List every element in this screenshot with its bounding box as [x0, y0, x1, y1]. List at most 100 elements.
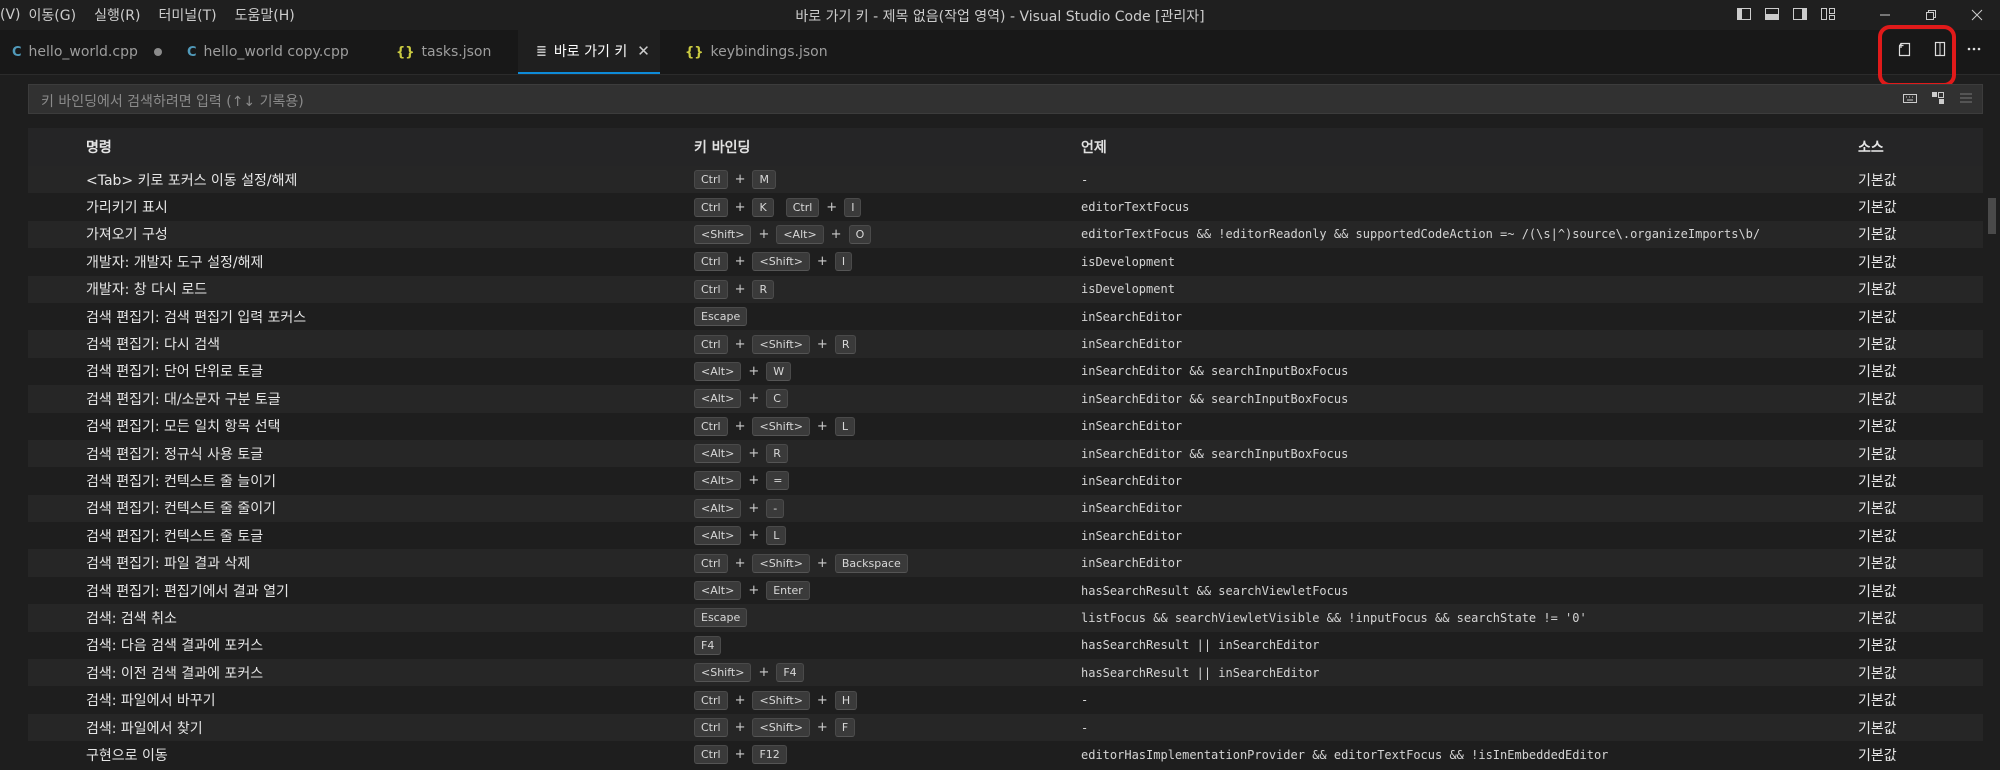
- table-row[interactable]: 검색: 파일에서 찾기 Ctrl + <Shift> + F - 기본값: [28, 713, 1983, 742]
- key-plus-separator: +: [748, 363, 760, 379]
- table-row[interactable]: 검색 편집기: 대/소문자 구분 토글 <Alt> + CinSearchEditor…: [28, 385, 1983, 413]
- keybinding-cell: <Alt> + Enter: [678, 581, 1068, 601]
- menu-item-go[interactable]: 이동(G): [29, 5, 77, 25]
- toggle-panel-icon[interactable]: [1764, 6, 1780, 22]
- key-cap: Backspace: [834, 553, 908, 573]
- table-row[interactable]: 검색 편집기: 컨텍스트 줄 늘이기 <Alt> + = inSearchEditor 기…: [28, 467, 1983, 494]
- key-plus-separator: +: [734, 692, 746, 708]
- tab-label: hello_world.cpp: [28, 44, 138, 60]
- command-cell: 검색 편집기: 다시 검색: [86, 337, 220, 354]
- minimize-icon: [1880, 14, 1890, 16]
- table-row[interactable]: 가져오기 구성 <Shift> + <Alt> + OeditorTextFocus &&…: [28, 220, 1983, 249]
- when-cell: inSearchEditor: [1081, 556, 1183, 571]
- command-cell: 검색: 이전 검색 결과에 포커스: [86, 665, 264, 682]
- command-cell: 검색 편집기: 파일 결과 삭제: [86, 556, 251, 573]
- table-row[interactable]: 구현으로 이동 Ctrl + F12 editorHasImplementationPr…: [28, 741, 1983, 768]
- tab-tasks-json[interactable]: {} tasks.json: [396, 30, 491, 74]
- table-row[interactable]: 검색 편집기: 모든 일치 항목 선택 Ctrl + <Shift> + LinSearc…: [28, 413, 1983, 440]
- key-cap: W: [766, 361, 792, 381]
- layout-controls: [1736, 6, 1836, 22]
- when-cell: isDevelopment: [1081, 254, 1175, 269]
- more-actions-icon[interactable]: [1966, 40, 1982, 58]
- keybinding-cell: Ctrl + <Shift> + I: [678, 252, 1068, 272]
- keybinding-cell: F4: [678, 635, 1068, 655]
- key-plus-separator: +: [748, 583, 760, 599]
- key-cap: <Alt>: [694, 581, 742, 601]
- table-row[interactable]: 개발자: 창 다시 로드 Ctrl + RisDevelopment 기본값: [28, 275, 1983, 303]
- keybinding-cell: <Shift> + <Alt> + O: [678, 224, 1068, 244]
- table-row[interactable]: 가리키기 표시 Ctrl + K Ctrl + IeditorTextFocus 기본값: [28, 193, 1983, 220]
- close-window-button[interactable]: [1954, 0, 2000, 30]
- table-row[interactable]: 검색 편집기: 다시 검색 Ctrl + <Shift> + RinSearchEdito…: [28, 330, 1983, 358]
- key-cap: F12: [752, 745, 787, 765]
- table-row[interactable]: 검색: 다음 검색 결과에 포커스 F4 hasSearchResult || in…: [28, 632, 1983, 659]
- key-cap: F: [834, 718, 856, 737]
- key-plus-separator: +: [734, 720, 746, 735]
- command-cell: 가리키기 표시: [86, 200, 168, 217]
- table-row[interactable]: 검색 편집기: 컨텍스트 줄 줄이기 <Alt> + - inSearchEditor 기…: [28, 494, 1983, 523]
- command-cell: 검색 편집기: 모든 일치 항목 선택: [86, 419, 281, 436]
- column-header-command[interactable]: 명령: [28, 137, 678, 157]
- table-row[interactable]: 검색 편집기: 검색 편집기 입력 포커스 Escape inSearchEdito…: [28, 303, 1983, 330]
- close-tab-icon[interactable]: ✕: [637, 42, 650, 60]
- clear-search-icon[interactable]: [1958, 90, 1974, 106]
- table-row[interactable]: 검색: 이전 검색 결과에 포커스 <Shift> + F4 hasSearchResu…: [28, 659, 1983, 687]
- keybindings-search-input[interactable]: 키 바인딩에서 검색하려면 입력 (↑↓ 기록용): [28, 84, 1983, 114]
- key-plus-separator: +: [734, 281, 746, 297]
- keybinding-cell: Escape: [678, 307, 1068, 327]
- when-cell: -: [1081, 720, 1089, 735]
- key-cap: Escape: [694, 608, 748, 628]
- search-actions: [1902, 90, 1974, 106]
- table-row[interactable]: 검색 편집기: 편집기에서 결과 열기 <Alt> + Enter hasSearchR…: [28, 577, 1983, 604]
- table-row[interactable]: <Tab> 키로 포커스 이동 설정/해제 Ctrl + M - 기본값: [28, 166, 1983, 194]
- key-plus-separator: +: [758, 226, 770, 242]
- tab-keyboard-shortcuts[interactable]: ≣ 바로 가기 키 ✕: [518, 30, 660, 74]
- tab-hello-world-cpp[interactable]: C hello_world.cpp: [12, 30, 162, 74]
- customize-layout-icon[interactable]: [1820, 6, 1836, 22]
- tab-keybindings-json[interactable]: {} keybindings.json: [685, 30, 828, 74]
- table-row[interactable]: 검색: 파일에서 바꾸기 Ctrl + <Shift> + H - 기본값: [28, 686, 1983, 713]
- command-cell: 개발자: 개발자 도구 설정/해제: [86, 254, 264, 271]
- key-plus-separator: +: [734, 747, 746, 763]
- table-row[interactable]: 검색: 검색 취소 Escape listFocus && searchViewle…: [28, 604, 1983, 632]
- when-cell: inSearchEditor: [1081, 309, 1183, 324]
- table-row[interactable]: 검색 편집기: 단어 단위로 토글 <Alt> + WinSearchEditor &…: [28, 358, 1983, 385]
- key-cap: Escape: [694, 307, 748, 327]
- tab-hello-world-copy-cpp[interactable]: C hello_world copy.cpp: [187, 30, 349, 74]
- key-cap: <Alt>: [694, 498, 742, 518]
- column-header-keybinding[interactable]: 키 바인딩: [678, 137, 1068, 157]
- keybinding-cell: <Alt> + W: [678, 361, 1068, 381]
- record-keys-icon[interactable]: [1902, 90, 1918, 106]
- command-cell: 검색 편집기: 정규식 사용 토글: [86, 446, 264, 463]
- column-header-when[interactable]: 언제: [1068, 137, 1855, 157]
- table-row[interactable]: 검색 편집기: 정규식 사용 토글 <Alt> + RinSearchEditor &…: [28, 439, 1983, 468]
- unsaved-dot-icon[interactable]: [153, 48, 162, 56]
- menu-item-help[interactable]: 도움말(H): [235, 5, 295, 25]
- table-header: 명령 키 바인딩 언제 소스: [28, 128, 1983, 166]
- keybinding-cell: Escape: [678, 608, 1068, 628]
- command-cell: 검색 편집기: 컨텍스트 줄 줄이기: [86, 501, 276, 518]
- key-plus-separator: +: [816, 336, 828, 352]
- table-row[interactable]: 검색 편집기: 컨텍스트 줄 토글 <Alt> + LinSearchEditor 기본…: [28, 522, 1983, 549]
- when-cell: -: [1081, 172, 1089, 187]
- key-plus-separator: +: [826, 199, 838, 215]
- menu-item-view[interactable]: (V): [0, 7, 21, 23]
- toggle-primary-sidebar-icon[interactable]: [1736, 6, 1752, 22]
- source-cell: 기본값: [1858, 473, 1897, 490]
- table-row[interactable]: 개발자: 개발자 도구 설정/해제 Ctrl + <Shift> + I isDevelop…: [28, 248, 1983, 275]
- toggle-secondary-sidebar-icon[interactable]: [1792, 6, 1808, 22]
- table-body: <Tab> 키로 포커스 이동 설정/해제 Ctrl + M - 기본값가리키기 표시 Ct…: [28, 166, 1983, 769]
- command-cell: 검색: 검색 취소: [86, 610, 177, 627]
- command-cell: 검색 편집기: 편집기에서 결과 열기: [86, 583, 289, 600]
- keybinding-cell: Ctrl + <Shift> + H: [678, 690, 1068, 710]
- when-cell: hasSearchResult && searchViewletFocus: [1081, 583, 1349, 598]
- vertical-scrollbar[interactable]: [1988, 198, 1996, 234]
- menu-item-terminal[interactable]: 터미널(T): [158, 5, 216, 25]
- column-header-source[interactable]: 소스: [1855, 137, 1955, 157]
- tab-label: hello_world copy.cpp: [203, 44, 349, 60]
- key-cap: K: [752, 197, 774, 217]
- key-cap: I: [834, 252, 853, 272]
- menu-item-run[interactable]: 실행(R): [94, 5, 140, 25]
- sort-by-precedence-icon[interactable]: [1930, 90, 1946, 106]
- table-row[interactable]: 검색 편집기: 파일 결과 삭제 Ctrl + <Shift> + Backspace in…: [28, 549, 1983, 577]
